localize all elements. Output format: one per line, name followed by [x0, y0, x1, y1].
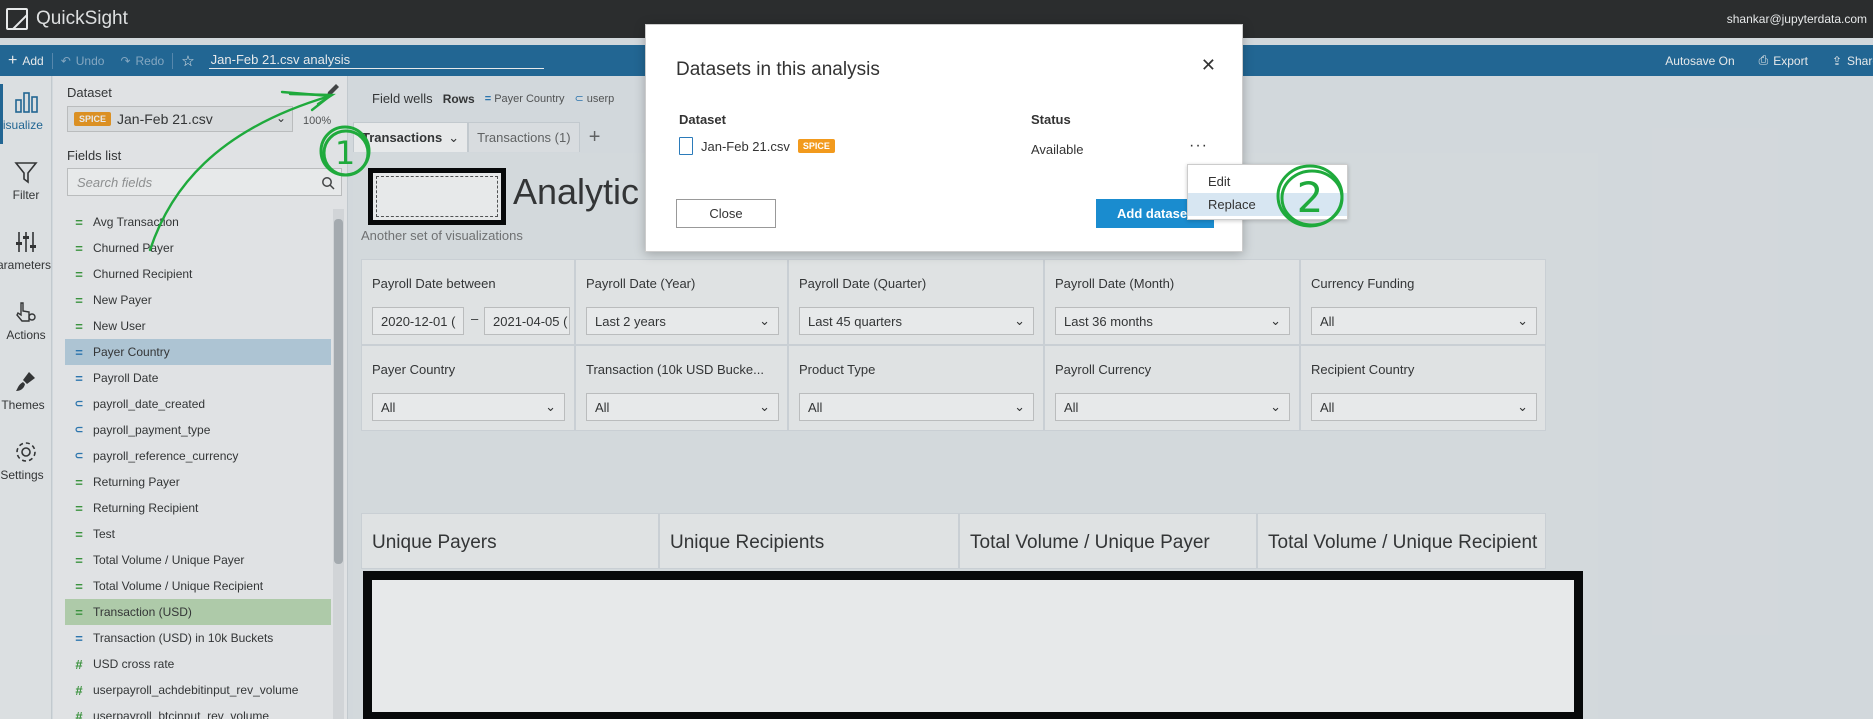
dataset-row: Jan-Feb 21.csv SPICE [679, 137, 835, 155]
column-header-status: Status [1031, 112, 1071, 127]
dataset-status: Available [1031, 142, 1084, 157]
more-options-icon[interactable]: ··· [1189, 137, 1208, 155]
menu-item-replace[interactable]: Replace [1188, 193, 1347, 216]
document-icon [679, 137, 693, 155]
spice-badge: SPICE [797, 139, 835, 153]
datasets-modal: Datasets in this analysis ✕ Dataset Stat… [645, 24, 1243, 252]
close-icon[interactable]: ✕ [1201, 55, 1216, 76]
close-button[interactable]: Close [676, 199, 776, 228]
column-header-dataset: Dataset [679, 112, 726, 127]
modal-title: Datasets in this analysis [676, 59, 880, 80]
dataset-name: Jan-Feb 21.csv [701, 138, 790, 154]
menu-item-edit[interactable]: Edit [1188, 170, 1347, 193]
dataset-context-menu: Edit Replace [1187, 164, 1348, 220]
